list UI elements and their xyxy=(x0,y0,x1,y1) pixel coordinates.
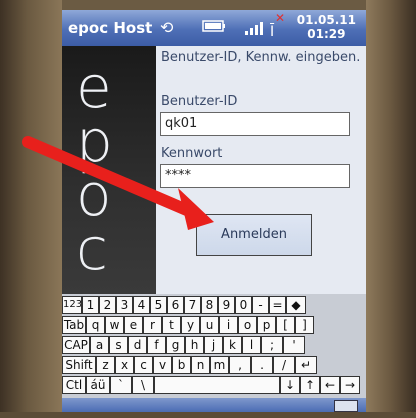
key-q[interactable]: q xyxy=(86,316,105,334)
keyboard-toggle-icon[interactable] xyxy=(334,400,358,412)
key-d[interactable]: d xyxy=(128,336,147,354)
key-k[interactable]: k xyxy=(223,336,242,354)
key-backslash[interactable]: \ xyxy=(132,376,154,394)
soft-keyboard: 123 1 2 3 4 5 6 7 8 9 0 - = ◆ Tab q w e … xyxy=(62,294,366,398)
device-bezel-right xyxy=(366,0,416,418)
key-right-bracket[interactable]: ] xyxy=(295,316,314,334)
key-m[interactable]: m xyxy=(210,356,229,374)
password-label: Kennwort xyxy=(161,146,223,161)
device-bezel-bottom xyxy=(0,412,416,418)
key-caps[interactable]: CAP xyxy=(62,336,90,354)
key-7[interactable]: 7 xyxy=(184,296,201,314)
user-id-field[interactable]: qk01 xyxy=(160,112,350,136)
date-text: 01.05.11 xyxy=(296,13,356,27)
key-minus[interactable]: - xyxy=(252,296,269,314)
key-123[interactable]: 123 xyxy=(62,296,82,314)
key-left-bracket[interactable]: [ xyxy=(276,316,295,334)
key-g[interactable]: g xyxy=(166,336,185,354)
key-z[interactable]: z xyxy=(96,356,115,374)
key-backtick[interactable]: ` xyxy=(110,376,132,394)
taskbar xyxy=(62,398,366,412)
key-p[interactable]: p xyxy=(257,316,276,334)
key-international[interactable]: áü xyxy=(86,376,110,394)
device-screen: epoc Host ⟲ ✕ Ī 01.05.11 01:29 e p o c B… xyxy=(62,10,366,412)
key-6[interactable]: 6 xyxy=(167,296,184,314)
battery-icon[interactable] xyxy=(202,18,226,37)
key-b[interactable]: b xyxy=(172,356,191,374)
key-arrow-left[interactable]: ← xyxy=(320,376,340,394)
logo-letter: c xyxy=(76,215,108,283)
key-3[interactable]: 3 xyxy=(116,296,133,314)
key-j[interactable]: j xyxy=(204,336,223,354)
key-u[interactable]: u xyxy=(200,316,219,334)
key-2[interactable]: 2 xyxy=(99,296,116,314)
key-period[interactable]: . xyxy=(251,356,273,374)
key-arrow-down[interactable]: ↓ xyxy=(280,376,300,394)
time-text: 01:29 xyxy=(307,27,346,41)
key-4[interactable]: 4 xyxy=(133,296,150,314)
app-title[interactable]: epoc Host xyxy=(68,19,152,37)
epoc-logo-panel: e p o c xyxy=(62,46,156,330)
no-connection-icon: ✕ xyxy=(275,11,286,25)
key-space[interactable] xyxy=(154,376,280,394)
keyboard-row-asdf: CAP a s d f g h j k l ; ' xyxy=(62,336,366,355)
key-1[interactable]: 1 xyxy=(82,296,99,314)
key-comma[interactable]: , xyxy=(229,356,251,374)
key-ctrl[interactable]: Ctl xyxy=(62,376,86,394)
backspace-key[interactable]: ◆ xyxy=(286,296,306,314)
key-h[interactable]: h xyxy=(185,336,204,354)
login-button[interactable]: Anmelden xyxy=(196,214,312,256)
key-c[interactable]: c xyxy=(134,356,153,374)
key-semicolon[interactable]: ; xyxy=(261,336,283,354)
key-9[interactable]: 9 xyxy=(218,296,235,314)
device-bezel-top xyxy=(0,0,416,10)
clock[interactable]: 01.05.11 01:29 xyxy=(297,13,356,41)
key-i[interactable]: i xyxy=(219,316,238,334)
key-arrow-up[interactable]: ↑ xyxy=(300,376,320,394)
key-shift[interactable]: Shift xyxy=(62,356,96,374)
enter-key[interactable]: ↵ xyxy=(295,356,317,374)
key-equals[interactable]: = xyxy=(269,296,286,314)
key-r[interactable]: r xyxy=(143,316,162,334)
key-8[interactable]: 8 xyxy=(201,296,218,314)
signal-icon[interactable] xyxy=(244,20,266,40)
sync-icon[interactable]: ⟲ xyxy=(160,18,173,37)
status-bar: epoc Host ⟲ ✕ Ī 01.05.11 01:29 xyxy=(62,10,366,46)
login-form: Benutzer-ID, Kennw. eingeben. Benutzer-I… xyxy=(156,46,366,294)
key-n[interactable]: n xyxy=(191,356,210,374)
key-a[interactable]: a xyxy=(90,336,109,354)
keyboard-row-qwerty: Tab q w e r t y u i o p [ ] xyxy=(62,316,366,335)
key-tab[interactable]: Tab xyxy=(62,316,86,334)
user-id-label: Benutzer-ID xyxy=(161,94,238,109)
key-s[interactable]: s xyxy=(109,336,128,354)
device-bezel-left xyxy=(0,0,62,418)
key-t[interactable]: t xyxy=(162,316,181,334)
key-o[interactable]: o xyxy=(238,316,257,334)
key-5[interactable]: 5 xyxy=(150,296,167,314)
key-y[interactable]: y xyxy=(181,316,200,334)
key-w[interactable]: w xyxy=(105,316,124,334)
key-e[interactable]: e xyxy=(124,316,143,334)
key-x[interactable]: x xyxy=(115,356,134,374)
key-0[interactable]: 0 xyxy=(235,296,252,314)
keyboard-row-bottom: Ctl áü ` \ ↓ ↑ ← → xyxy=(62,376,366,395)
keyboard-row-numbers: 123 1 2 3 4 5 6 7 8 9 0 - = ◆ xyxy=(62,296,366,315)
keyboard-row-zxcv: Shift z x c v b n m , . / ↵ xyxy=(62,356,366,375)
key-v[interactable]: v xyxy=(153,356,172,374)
password-field[interactable]: **** xyxy=(160,164,350,188)
key-arrow-right[interactable]: → xyxy=(340,376,360,394)
key-l[interactable]: l xyxy=(242,336,261,354)
antenna-icon: Ī xyxy=(270,24,275,40)
key-quote[interactable]: ' xyxy=(283,336,305,354)
login-prompt: Benutzer-ID, Kennw. eingeben. xyxy=(161,50,361,65)
key-f[interactable]: f xyxy=(147,336,166,354)
key-slash[interactable]: / xyxy=(273,356,295,374)
